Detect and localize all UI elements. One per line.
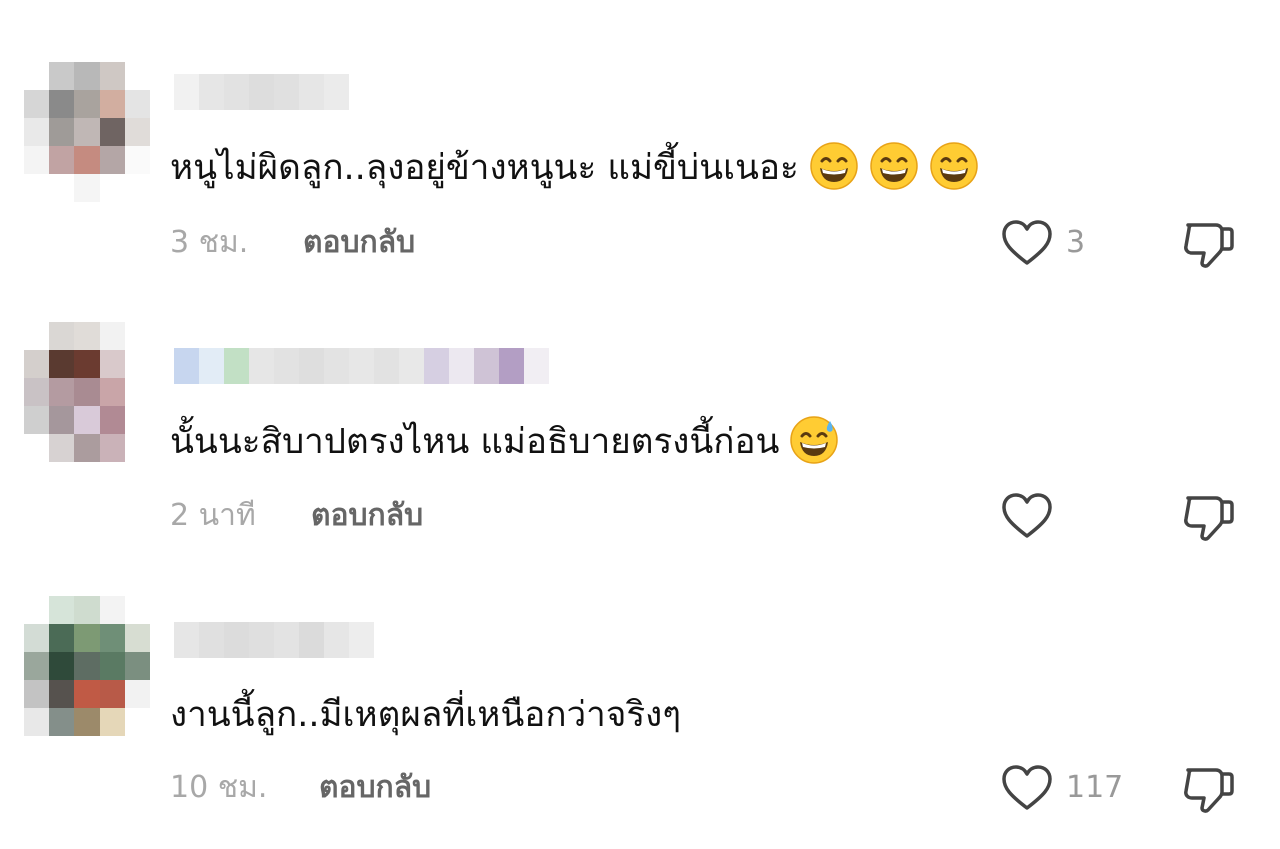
reply-button[interactable]: ตอบกลับ [311, 496, 423, 536]
comment-timestamp: 2 นาที [170, 498, 256, 533]
like-button[interactable]: 117 [1000, 763, 1123, 813]
thumbs-down-outline-icon[interactable] [1180, 490, 1236, 546]
comment-text: งานนี้ลูก..มีเหตุผลที่เหนือกว่าจริงๆ [170, 690, 681, 740]
reply-button[interactable]: ตอบกลับ [319, 768, 431, 808]
comment-body: งานนี้ลูก..มีเหตุผลที่เหนือกว่าจริงๆ [170, 695, 682, 735]
comment-text: นั้นนะสิบาปตรงไหน แม่อธิบายตรงนี้ก่อน [170, 415, 839, 467]
thumbs-down-outline-icon[interactable] [1180, 762, 1236, 818]
comment-body: นั้นนะสิบาปตรงไหน แม่อธิบายตรงนี้ก่อน [170, 422, 780, 462]
username-redacted[interactable] [174, 622, 374, 658]
heart-outline-icon [1002, 765, 1052, 810]
comment-timestamp: 10 ชม. [170, 770, 268, 805]
heart-outline-icon [1002, 493, 1052, 538]
avatar[interactable] [24, 596, 150, 736]
avatar[interactable] [24, 322, 150, 462]
like-button[interactable] [1000, 491, 1066, 541]
grinning-face-with-sweat-icon [790, 416, 839, 464]
like-count: 117 [1066, 770, 1124, 805]
username-redacted[interactable] [174, 348, 549, 384]
comment-item: งานนี้ลูก..มีเหตุผลที่เหนือกว่าจริงๆ 10 … [0, 0, 1280, 813]
